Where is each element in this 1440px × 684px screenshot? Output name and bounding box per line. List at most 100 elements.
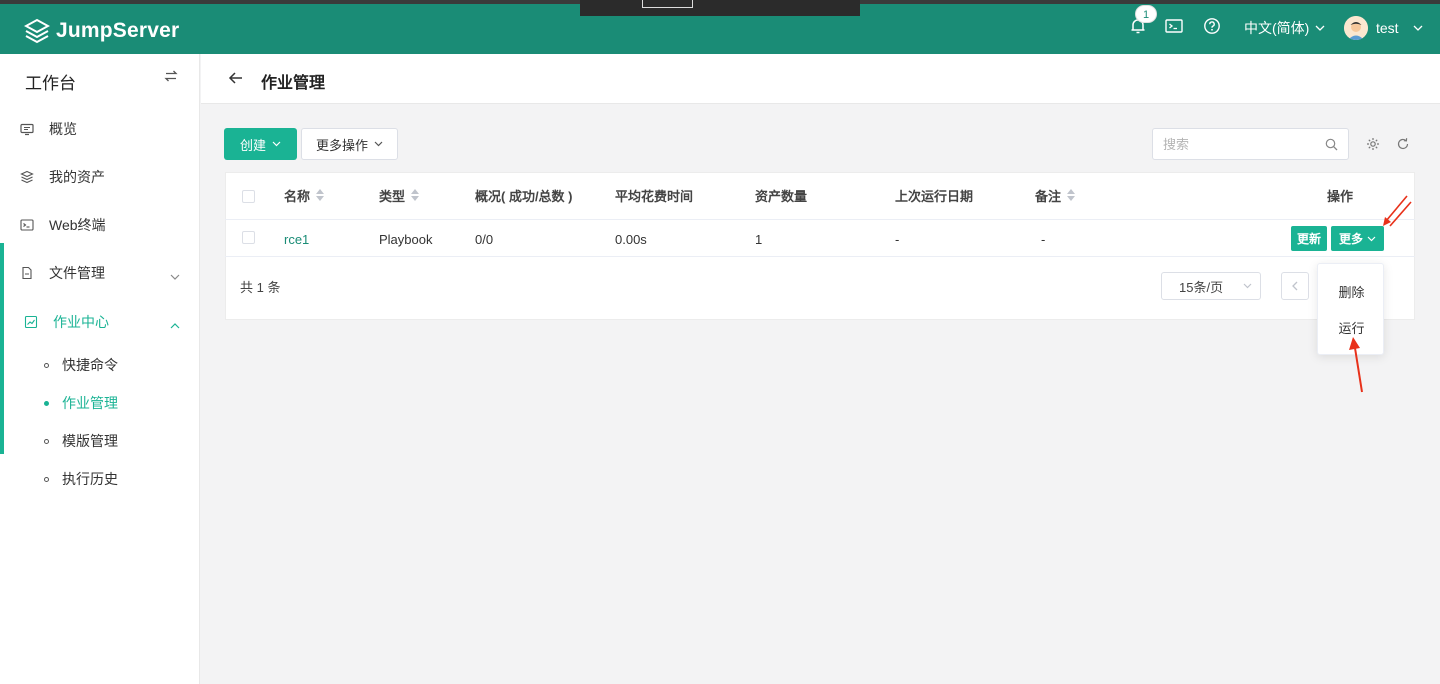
chevron-up-icon [170,316,180,332]
switch-view-icon[interactable] [164,70,178,85]
chevron-down-icon [1367,236,1376,241]
brand-logo[interactable]: JumpServer [24,16,179,46]
username: test [1376,20,1399,36]
job-type: Playbook [379,231,433,247]
page-size-select[interactable]: 15条/页 [1161,272,1261,300]
job-avg-time: 0.00s [615,231,647,247]
sidebar-item-file-management[interactable]: 文件管理 [0,255,200,291]
job-last-run: - [895,231,900,247]
column-header-comment[interactable]: 备注 [1035,186,1076,204]
terminal-icon[interactable] [1164,16,1184,36]
column-label: 名称 [284,188,311,204]
chevron-down-icon [1413,25,1423,31]
sidebar-item-my-assets[interactable]: 我的资产 [0,159,200,195]
page-size-label: 15条/页 [1179,279,1224,295]
create-label: 创建 [239,137,266,153]
search-icon[interactable] [1325,138,1338,154]
sidebar-item-web-terminal[interactable]: Web终端 [0,207,200,243]
refresh-icon[interactable] [1396,137,1410,154]
sidebar-title: 工作台 [25,74,76,93]
language-selector[interactable]: 中文(简体) [1244,18,1325,38]
chevron-down-icon [1243,283,1252,289]
user-menu[interactable]: test [1344,16,1423,40]
column-label: 操作 [1327,188,1354,204]
search-input[interactable] [1153,129,1313,159]
job-icon [24,315,38,329]
back-arrow-icon[interactable] [228,70,244,89]
page-header: 作业管理 [201,54,1440,104]
create-button[interactable]: 创建 [224,128,297,160]
row-divider [225,256,1415,257]
chevron-down-icon [374,141,383,147]
job-comment: - [1041,231,1046,247]
active-group-indicator [0,243,4,454]
more-actions-label: 更多操作 [315,137,368,153]
bullet-icon [44,400,49,406]
column-label: 资产数量 [755,188,808,204]
browser-overlay-strip [580,0,860,16]
column-header-last-run: 上次运行日期 [895,186,973,204]
sidebar-sub-execution-history[interactable]: 执行历史 [44,469,118,489]
help-icon[interactable] [1202,16,1222,36]
assets-icon [20,170,34,184]
sort-icon[interactable] [1067,189,1076,201]
sidebar-item-label: 作业中心 [53,314,109,330]
sidebar-sub-label: 快捷命令 [62,357,118,373]
job-summary: 0/0 [475,231,494,247]
sidebar-item-label: 概览 [49,121,77,137]
sidebar-item-label: 文件管理 [49,265,105,281]
total-count: 共 1 条 [240,280,281,295]
page-title: 作业管理 [261,75,326,92]
sidebar-item-job-center[interactable]: 作业中心 [0,304,200,340]
more-button[interactable]: 更多 [1331,226,1384,251]
column-header-name[interactable]: 名称 [284,186,325,204]
sort-icon[interactable] [411,189,420,201]
column-label: 类型 [379,188,406,204]
sidebar-sub-job-management[interactable]: 作业管理 [44,393,118,413]
search-box[interactable] [1152,128,1349,160]
update-label: 更新 [1296,232,1321,246]
header-divider [225,219,1415,220]
column-header-asset-count: 资产数量 [755,186,807,204]
more-actions-button[interactable]: 更多操作 [301,128,398,160]
more-dropdown-menu: 删除 运行 [1317,263,1384,355]
sidebar-item-overview[interactable]: 概览 [0,111,200,147]
chevron-down-icon [272,141,281,147]
column-header-type[interactable]: 类型 [379,186,420,204]
job-name-link[interactable]: rce1 [284,230,309,248]
column-header-avg-time: 平均花费时间 [615,186,693,204]
sidebar-item-label: Web终端 [49,217,106,233]
sidebar-sub-quick-command[interactable]: 快捷命令 [44,355,118,375]
bullet-icon [44,362,49,368]
select-all-checkbox[interactable] [242,190,255,203]
prev-page-button[interactable] [1281,272,1309,300]
avatar [1344,16,1368,40]
update-button[interactable]: 更新 [1291,226,1327,251]
sidebar-sub-label: 作业管理 [62,395,118,411]
job-asset-count: 1 [755,231,763,247]
row-checkbox[interactable] [242,231,255,244]
dropdown-item-run[interactable]: 运行 [1318,318,1385,338]
dropdown-item-delete[interactable]: 删除 [1318,282,1385,302]
chevron-down-icon [1315,25,1325,31]
file-icon [20,266,34,280]
column-header-actions: 操作 [1327,186,1353,204]
chevron-left-icon [1292,281,1298,291]
column-label: 备注 [1035,188,1062,204]
column-header-summary: 概况( 成功/总数 ) [475,186,573,204]
column-label: 上次运行日期 [895,188,974,204]
sort-icon[interactable] [316,189,325,201]
notification-badge: 1 [1135,5,1157,23]
language-label: 中文(简体) [1244,20,1310,36]
sidebar-sub-template-management[interactable]: 模版管理 [44,431,118,451]
overview-icon [20,122,34,136]
settings-gear-icon[interactable] [1366,137,1380,154]
column-label: 概况( 成功/总数 ) [475,188,573,204]
jumpserver-logo-icon [24,18,50,44]
terminal-icon [20,218,34,232]
sidebar-sub-label: 执行历史 [62,471,118,487]
brand-name: JumpServer [56,19,180,42]
chevron-down-icon [170,267,180,283]
bullet-icon [44,476,49,482]
more-label: 更多 [1338,232,1363,246]
